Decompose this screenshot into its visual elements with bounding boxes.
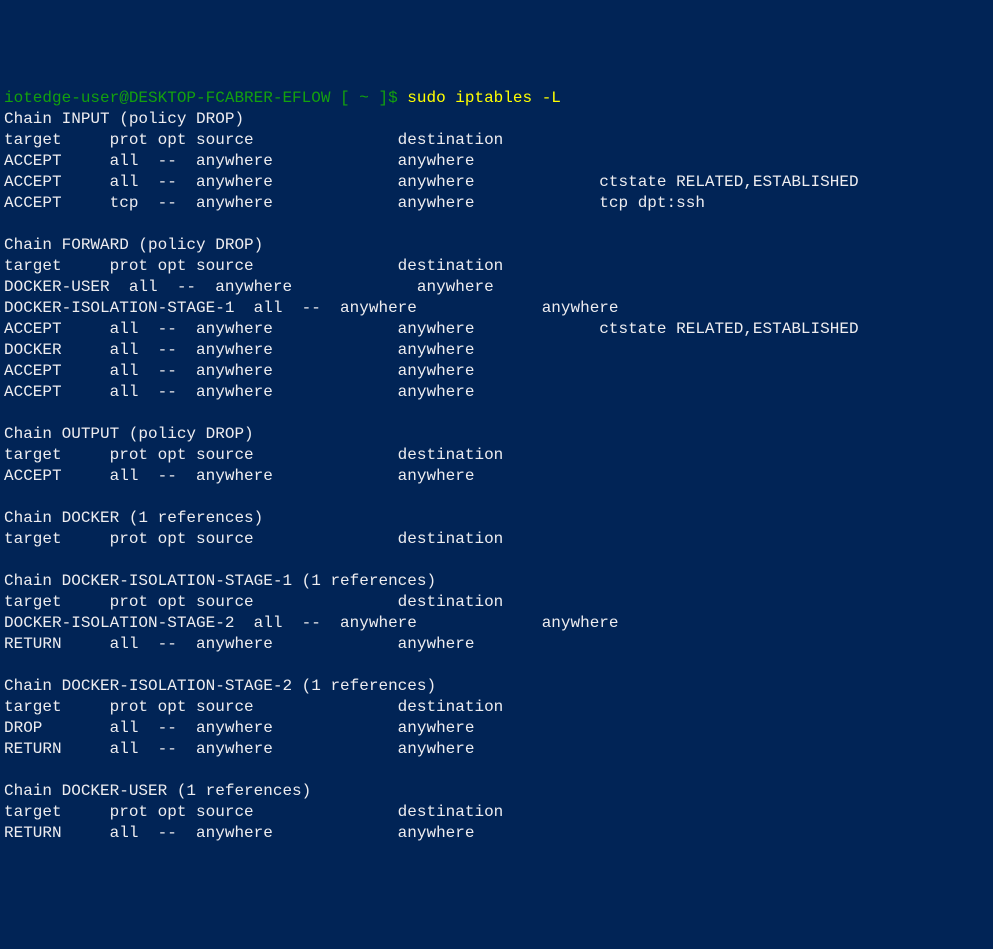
command-text[interactable]: sudo iptables -L xyxy=(407,89,561,107)
prompt-user-host: iotedge-user@DESKTOP-FCABRER-EFLOW [ ~ ] xyxy=(4,89,388,107)
terminal-output: Chain INPUT (policy DROP) target prot op… xyxy=(4,109,989,844)
prompt-dollar: $ xyxy=(388,89,407,107)
